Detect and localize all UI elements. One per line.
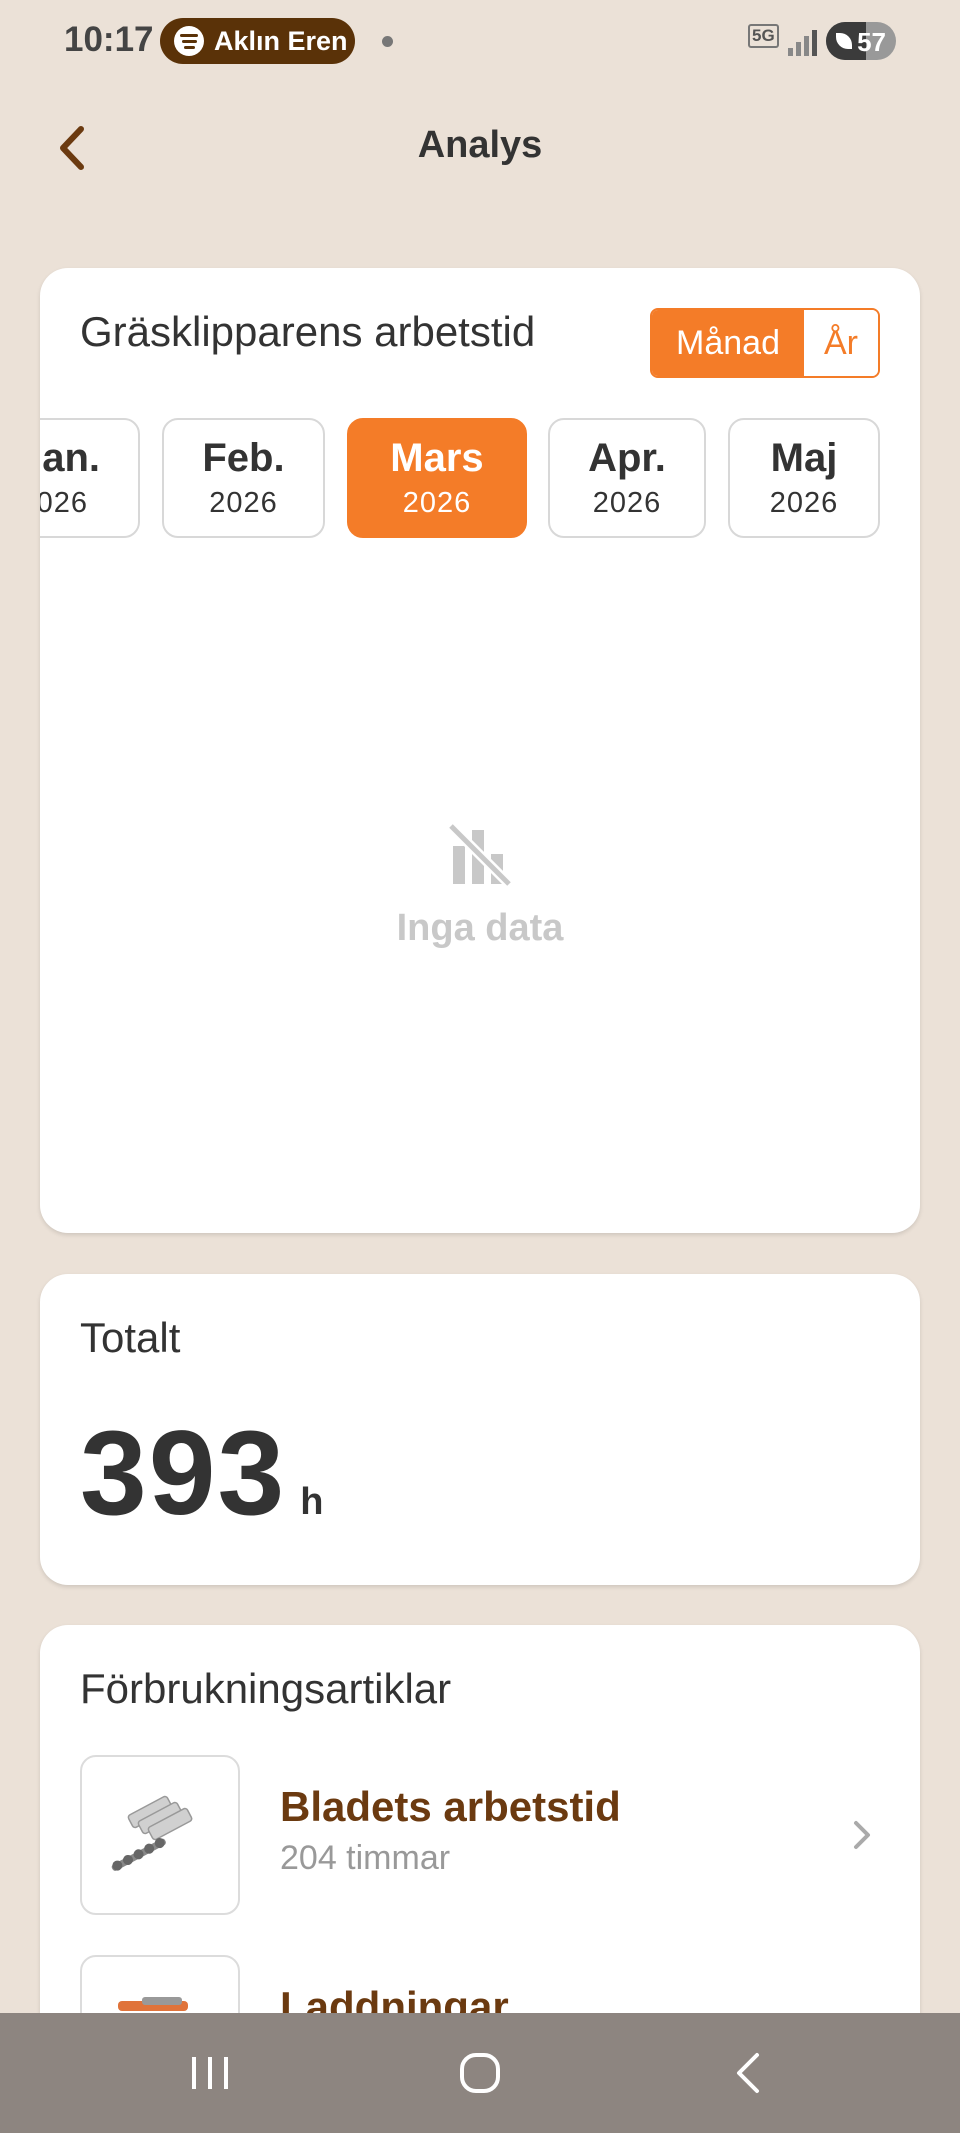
system-nav-bar <box>0 2013 960 2133</box>
total-value: 393 <box>80 1406 287 1540</box>
blade-icon <box>111 1795 193 1871</box>
home-button[interactable] <box>440 2043 520 2103</box>
recent-apps-icon <box>192 2057 228 2089</box>
consumable-item-blade[interactable]: Bladets arbetstid 204 timmar <box>80 1755 880 1915</box>
month-year: 2026 <box>592 487 662 519</box>
battery-icon: 57 <box>826 22 896 60</box>
page-title: Analys <box>417 124 543 166</box>
consumables-title: Förbrukningsartiklar <box>80 1665 452 1712</box>
item-title: Bladets arbetstid <box>280 1783 621 1830</box>
month-chip-mars[interactable]: Mars 2026 <box>347 418 527 538</box>
month-name: Maj <box>770 436 838 480</box>
network-type-icon: 5G <box>748 24 779 48</box>
month-chip-maj[interactable]: Maj 2026 <box>728 418 880 538</box>
back-arrow-icon <box>737 2053 759 2093</box>
status-bar: 10:17 Aklın Eren 5G 57 <box>0 0 960 84</box>
toggle-year[interactable]: År <box>804 310 878 376</box>
month-chip-feb[interactable]: Feb. 2026 <box>162 418 325 538</box>
recent-apps-button[interactable] <box>170 2043 250 2103</box>
total-label: Totalt <box>80 1314 181 1361</box>
blade-thumbnail <box>80 1755 240 1915</box>
month-year: 2026 <box>209 487 278 519</box>
no-data-chart-icon <box>447 822 513 888</box>
status-time: 10:17 <box>64 20 154 59</box>
month-chip-apr[interactable]: Apr. 2026 <box>548 418 706 538</box>
item-subtitle: 204 timmar <box>280 1839 451 1877</box>
month-year: 2026 <box>402 487 472 519</box>
notification-dot-icon <box>382 36 393 47</box>
month-year: 2026 <box>40 487 88 519</box>
month-name: Feb. <box>202 436 285 480</box>
chevron-right-icon <box>854 1821 870 1849</box>
total-unit: h <box>300 1481 324 1523</box>
total-card: Totalt 393 h <box>40 1274 920 1585</box>
spotify-icon <box>174 26 204 56</box>
month-chip-jan[interactable]: Jan. 2026 <box>40 418 140 538</box>
signal-strength-icon <box>788 28 818 56</box>
now-playing-label: Aklın Eren <box>214 25 348 56</box>
battery-percent: 57 <box>857 27 886 57</box>
now-playing-pill[interactable]: Aklın Eren <box>160 18 355 64</box>
month-year: 2026 <box>769 487 839 519</box>
month-selector: Jan. 2026 Feb. 2026 Mars 2026 Apr. 2026 … <box>40 418 920 542</box>
toggle-month[interactable]: Månad <box>652 310 804 376</box>
month-name: Mars <box>390 436 484 480</box>
system-back-button[interactable] <box>708 2043 788 2103</box>
total-value-row: 393 h <box>80 1404 323 1542</box>
empty-state: Inga data <box>40 820 920 950</box>
period-toggle: Månad År <box>650 308 880 378</box>
worktime-title: Gräsklipparens arbetstid <box>80 308 536 355</box>
home-icon <box>460 2053 500 2093</box>
month-name: Jan. <box>40 436 100 480</box>
worktime-card: Gräsklipparens arbetstid Månad År Jan. 2… <box>40 268 920 1233</box>
empty-state-text: Inga data <box>396 907 564 949</box>
month-name: Apr. <box>588 436 666 480</box>
